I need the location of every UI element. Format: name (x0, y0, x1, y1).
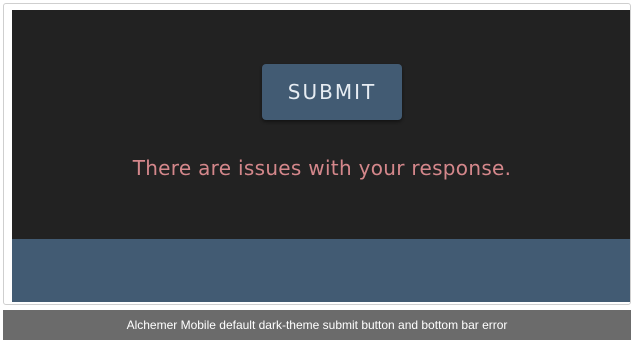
screenshot-frame: SUBMIT There are issues with your respon… (3, 3, 631, 305)
image-caption: Alchemer Mobile default dark-theme submi… (3, 310, 631, 340)
bottom-bar (12, 239, 630, 302)
error-message: There are issues with your response. (132, 156, 512, 180)
submit-button[interactable]: SUBMIT (262, 64, 402, 120)
survey-screen: SUBMIT There are issues with your respon… (12, 10, 630, 302)
